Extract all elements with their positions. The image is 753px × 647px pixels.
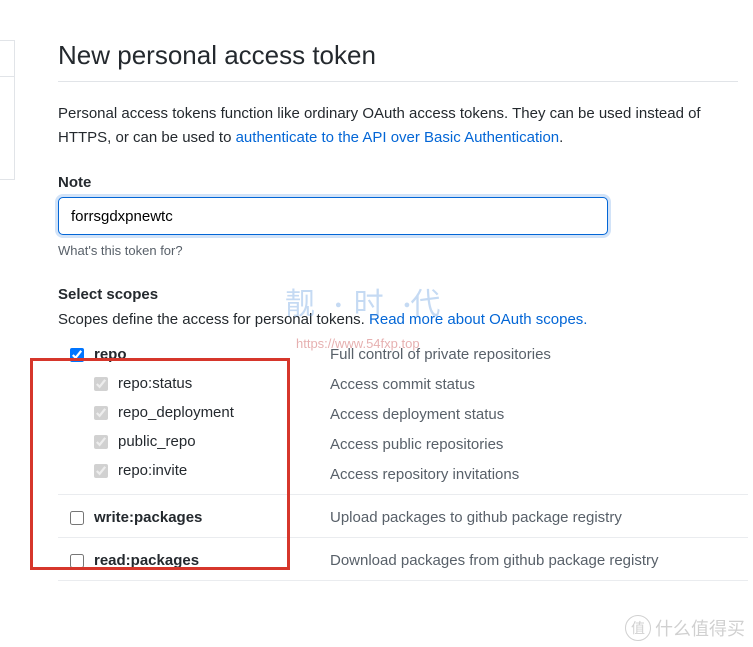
scope-row-repo-invite: repo:invite xyxy=(70,462,330,479)
scope-right-col: Download packages from github package re… xyxy=(330,552,748,570)
scopes-learn-more-link[interactable]: Read more about OAuth scopes. xyxy=(369,311,587,328)
scope-desc-repo: Full control of private repositories xyxy=(330,346,748,364)
scope-checkbox-read-packages[interactable] xyxy=(70,554,84,568)
scope-label-public-repo[interactable]: public_repo xyxy=(118,433,196,450)
scope-desc-repo-status: Access commit status xyxy=(330,376,748,394)
scope-checkbox-repo-status[interactable] xyxy=(94,377,108,391)
scope-row-repo-deployment: repo_deployment xyxy=(70,404,330,421)
scope-group-write-packages: write:packages Upload packages to github… xyxy=(58,495,748,538)
page-title: New personal access token xyxy=(58,40,738,82)
scope-left-col: read:packages xyxy=(70,552,330,570)
scope-label-write-packages[interactable]: write:packages xyxy=(94,509,202,526)
watermark-bottom-text: 什么值得买 xyxy=(655,615,745,641)
scopes-description: Scopes define the access for personal to… xyxy=(58,311,753,328)
note-input[interactable] xyxy=(58,197,608,235)
note-label: Note xyxy=(58,174,753,191)
intro-text-2: . xyxy=(559,129,563,146)
scope-row-repo-status: repo:status xyxy=(70,375,330,392)
scope-right-col: Full control of private repositories Acc… xyxy=(330,346,748,484)
scope-desc-write-packages: Upload packages to github package regist… xyxy=(330,509,748,527)
scope-label-read-packages[interactable]: read:packages xyxy=(94,552,199,569)
scope-checkbox-repo-invite[interactable] xyxy=(94,464,108,478)
scope-label-repo-status[interactable]: repo:status xyxy=(118,375,192,392)
scope-left-col: write:packages xyxy=(70,509,330,527)
intro-paragraph: Personal access tokens function like ord… xyxy=(58,102,753,150)
scope-checkbox-repo[interactable] xyxy=(70,348,84,362)
scope-right-col: Upload packages to github package regist… xyxy=(330,509,748,527)
main-content: New personal access token Personal acces… xyxy=(0,0,753,581)
watermark-bottom: 值 什么值得买 xyxy=(625,615,745,641)
scope-label-repo[interactable]: repo xyxy=(94,346,127,363)
scope-checkbox-write-packages[interactable] xyxy=(70,511,84,525)
intro-auth-link[interactable]: authenticate to the API over Basic Authe… xyxy=(236,129,560,146)
scope-row-write-packages: write:packages xyxy=(70,509,330,526)
scope-left-col: repo repo:status repo_deployment public_… xyxy=(70,346,330,484)
scope-row-public-repo: public_repo xyxy=(70,433,330,450)
scopes-heading: Select scopes xyxy=(58,286,753,303)
scope-group-read-packages: read:packages Download packages from git… xyxy=(58,538,748,581)
scope-group-repo: repo repo:status repo_deployment public_… xyxy=(58,332,748,495)
scope-desc-repo-invite: Access repository invitations xyxy=(330,466,748,484)
scope-row-read-packages: read:packages xyxy=(70,552,330,569)
sidebar-stub xyxy=(0,40,15,180)
scopes-desc-text: Scopes define the access for personal to… xyxy=(58,311,369,328)
scope-checkbox-repo-deployment[interactable] xyxy=(94,406,108,420)
scope-checkbox-public-repo[interactable] xyxy=(94,435,108,449)
scope-label-repo-deployment[interactable]: repo_deployment xyxy=(118,404,234,421)
scope-desc-read-packages: Download packages from github package re… xyxy=(330,552,748,570)
watermark-circle-icon: 值 xyxy=(625,615,651,641)
scope-desc-public-repo: Access public repositories xyxy=(330,436,748,454)
note-help-text: What's this token for? xyxy=(58,243,753,258)
scope-label-repo-invite[interactable]: repo:invite xyxy=(118,462,187,479)
scope-desc-repo-deployment: Access deployment status xyxy=(330,406,748,424)
scope-row-repo: repo xyxy=(70,346,330,363)
